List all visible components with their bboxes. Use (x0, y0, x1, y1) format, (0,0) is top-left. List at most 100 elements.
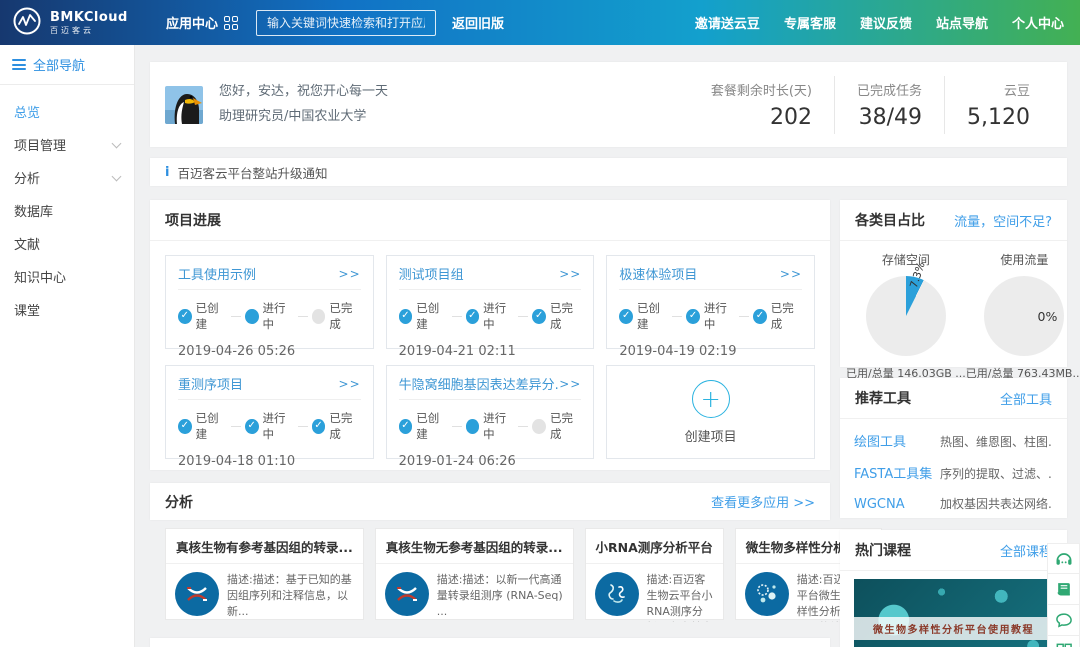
qrcode-icon (1054, 641, 1074, 647)
sidebar-item-overview[interactable]: 总览 (0, 95, 134, 128)
microbe-icon (745, 572, 789, 616)
analysis-header-bar: 分析 查看更多应用 >> (150, 483, 830, 520)
project-progress-title: 项目进展 (165, 210, 221, 230)
progress-step-created: 已创建 (619, 300, 668, 332)
nav-feedback[interactable]: 建议反馈 (860, 13, 912, 32)
sidebar-item-classroom[interactable]: 课堂 (0, 293, 134, 326)
brand-logo[interactable]: BMKCloud 百迈客云 (0, 6, 150, 40)
project-name-link[interactable]: 测试项目组 (399, 264, 464, 283)
step-status-icon (178, 419, 192, 434)
progress-step-finished: 已完成 (532, 300, 581, 332)
project-card: 牛隐窝细胞基因表达差异分... >> 已创建 进行中 已完成 2019-01-2… (386, 365, 595, 459)
dna-icon (385, 572, 429, 616)
project-more-link[interactable]: >> (780, 267, 802, 281)
traffic-percent-label: 0% (1038, 309, 1058, 324)
project-name-link[interactable]: 工具使用示例 (178, 264, 256, 283)
back-to-old-link[interactable]: 返回旧版 (452, 13, 504, 32)
progress-step-created: 已创建 (178, 300, 227, 332)
tool-link-fasta[interactable]: FASTA工具集 (854, 463, 940, 482)
sidebar-item-literature[interactable]: 文献 (0, 227, 134, 260)
user-title: 助理研究员/中国农业大学 (219, 105, 388, 130)
project-date: 2019-04-18 01:10 (178, 454, 361, 469)
sidebar-item-database[interactable]: 数据库 (0, 194, 134, 227)
hot-courses-panel: 热门课程 全部课程 微生物多样性分析平台使用教程 (840, 530, 1067, 647)
user-avatar[interactable] (165, 86, 203, 124)
project-name-link[interactable]: 重测序项目 (178, 374, 243, 393)
project-more-link[interactable]: >> (339, 377, 361, 391)
feedback-chat-button[interactable] (1047, 605, 1080, 636)
nav-customer-service[interactable]: 专属客服 (784, 13, 836, 32)
course-caption: 微生物多样性分析平台使用教程 (854, 617, 1053, 640)
all-courses-link[interactable]: 全部课程 (1000, 541, 1052, 560)
sidebar-item-knowledge-center[interactable]: 知识中心 (0, 260, 134, 293)
plus-icon: + (692, 380, 730, 418)
chat-icon (1054, 610, 1074, 630)
customer-service-button[interactable] (1047, 543, 1080, 574)
apps-grid-icon (224, 16, 238, 30)
book-icon (1054, 579, 1074, 599)
create-project-label: 创建项目 (685, 426, 737, 445)
top-nav: 邀请送云豆 专属客服 建议反馈 站点导航 个人中心 (695, 13, 1080, 32)
app-search-input[interactable] (256, 10, 436, 36)
project-card: 工具使用示例 >> 已创建 进行中 已完成 2019-04-26 05:26 (165, 255, 374, 349)
step-status-icon (532, 419, 546, 434)
step-status-icon (466, 309, 480, 324)
project-name-link[interactable]: 牛隐窝细胞基因表达差异分... (399, 374, 559, 393)
app-center-label: 应用中心 (166, 13, 218, 32)
all-tools-link[interactable]: 全部工具 (1000, 389, 1052, 408)
progress-step-created: 已创建 (399, 410, 448, 442)
qrcode-button[interactable] (1047, 636, 1080, 647)
analysis-title: 分析 (165, 492, 193, 512)
project-more-link[interactable]: >> (339, 267, 361, 281)
storage-pie-chart: 7.3% (866, 276, 946, 356)
step-status-icon (532, 309, 546, 324)
project-name-link[interactable]: 极速体验项目 (619, 264, 697, 283)
chevron-down-icon (112, 138, 122, 148)
sidebar: 全部导航 总览 项目管理 分析 数据库 文献 知识中心 课堂 (0, 45, 135, 647)
recommended-tools-panel: 推荐工具 全部工具 绘图工具 热图、维恩图、柱图... FASTA工具集 序列的… (840, 378, 1067, 518)
app-center-button[interactable]: 应用中心 (166, 13, 238, 32)
next-section-bar (150, 638, 830, 647)
analysis-app-card[interactable]: 真核生物有参考基因组的转录... 描述:描述：基于已知的基因组序列和注释信息，以… (165, 528, 364, 620)
project-more-link[interactable]: >> (559, 377, 581, 391)
tools-title: 推荐工具 (855, 388, 911, 408)
progress-step-finished: 已完成 (532, 410, 581, 442)
project-date: 2019-01-24 06:26 (399, 454, 582, 469)
traffic-usage-chart: 使用流量 0% 已用/总量 763.43MB... (966, 249, 1080, 381)
more-apps-link[interactable]: 查看更多应用 >> (711, 492, 815, 511)
handbook-button[interactable] (1047, 574, 1080, 605)
step-status-icon (466, 419, 480, 434)
stat-cloud-beans: 云豆 5,120 (944, 76, 1052, 134)
step-status-icon (245, 309, 259, 324)
sidebar-all-nav[interactable]: 全部导航 (0, 45, 134, 85)
step-status-icon (399, 419, 413, 434)
tool-row: WGCNA 加权基因共表达网络... (854, 495, 1053, 512)
sidebar-item-analysis[interactable]: 分析 (0, 161, 134, 194)
progress-step-running: 进行中 (466, 410, 515, 442)
project-progress-panel: 项目进展 工具使用示例 >> 已创建 进行中 已完成 2019-04-26 05… (150, 200, 830, 470)
nav-sitemap[interactable]: 站点导航 (936, 13, 988, 32)
analysis-app-card[interactable]: 真核生物无参考基因组的转录... 描述:描述：以新一代高通量转录组测序 (RNA… (375, 528, 574, 620)
nav-invite-beans[interactable]: 邀请送云豆 (695, 13, 760, 32)
usage-upgrade-link[interactable]: 流量，空间不足? (954, 211, 1052, 230)
project-card: 极速体验项目 >> 已创建 进行中 已完成 2019-04-19 02:19 (606, 255, 815, 349)
sidebar-item-project-management[interactable]: 项目管理 (0, 128, 134, 161)
headset-icon (1054, 549, 1074, 569)
announcement-bar[interactable]: i 百迈客云平台整站升级通知 (150, 158, 1067, 186)
step-status-icon (753, 309, 767, 324)
top-header: BMKCloud 百迈客云 应用中心 返回旧版 邀请送云豆 专属客服 建议反馈 … (0, 0, 1080, 45)
course-thumbnail[interactable]: 微生物多样性分析平台使用教程 (854, 579, 1053, 647)
nav-personal-center[interactable]: 个人中心 (1012, 13, 1064, 32)
analysis-app-card[interactable]: 小RNA测序分析平台 描述:百迈客生物云平台小RNA测序分析平台由基本分... (585, 528, 724, 620)
progress-step-running: 进行中 (466, 300, 515, 332)
project-date: 2019-04-19 02:19 (619, 344, 802, 359)
step-status-icon (178, 309, 192, 324)
stat-remaining-days: 套餐剩余时长(天) 202 (689, 76, 834, 134)
progress-step-created: 已创建 (178, 410, 227, 442)
tool-link-wgcna[interactable]: WGCNA (854, 497, 940, 512)
brand-swirl-icon (12, 6, 42, 40)
storage-usage-chart: 存储空间 7.3% 已用/总量 146.03GB ... (846, 249, 966, 381)
create-project-button[interactable]: + 创建项目 (606, 365, 815, 459)
project-more-link[interactable]: >> (559, 267, 581, 281)
tool-link-plotting[interactable]: 绘图工具 (854, 431, 940, 450)
